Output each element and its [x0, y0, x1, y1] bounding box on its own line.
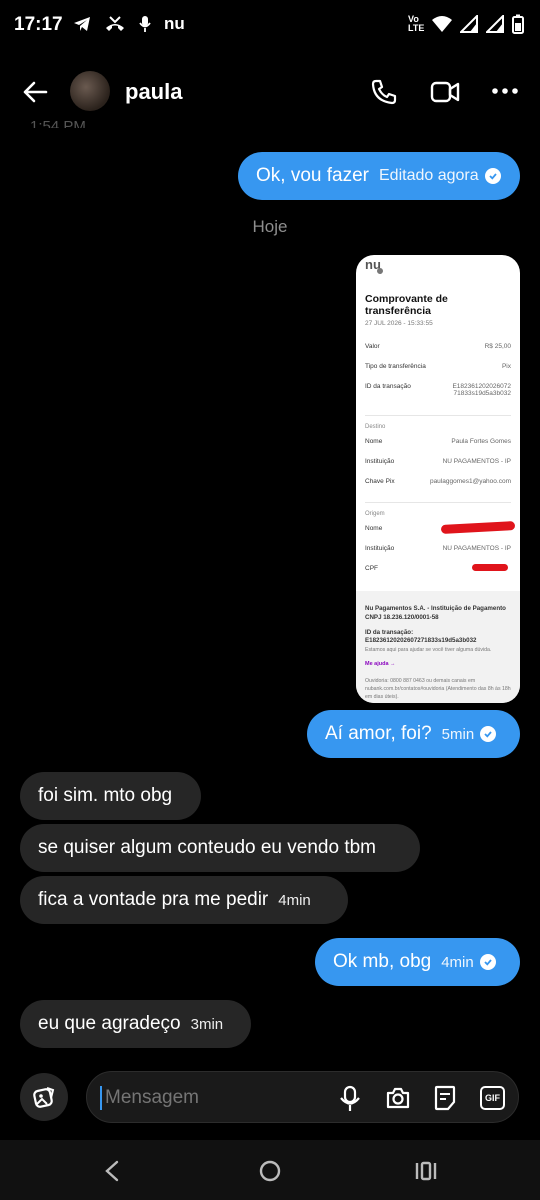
message-outgoing[interactable]: Ok, vou fazer Editado agora — [238, 152, 520, 200]
avatar[interactable] — [70, 71, 110, 111]
telegram-icon — [74, 17, 90, 31]
mic-icon[interactable] — [339, 1085, 361, 1113]
seen-check-icon — [484, 168, 501, 184]
receipt-footer: Nu Pagamentos S.A. - Instituição de Paga… — [356, 591, 520, 703]
message-outgoing[interactable]: Aí amor, foi? 5min — [307, 710, 520, 758]
origem-instituicao: Instituição NU PAGAMENTOS - IP — [365, 545, 511, 552]
wifi-icon — [432, 16, 452, 32]
contact-name[interactable]: paula — [125, 79, 182, 105]
seen-check-icon — [479, 954, 496, 970]
receipt-row-id: ID da transação E18236120202607271833s19d… — [365, 383, 511, 397]
status-bar: 17:17 nu Vo LTE — [0, 0, 540, 52]
battery-icon — [512, 14, 524, 34]
message-text: foi sim. mto obg — [38, 785, 173, 806]
message-text: se quiser algum conteudo eu vendo tbm — [38, 837, 376, 858]
message-text: Ok mb, obg — [333, 951, 432, 972]
message-text: eu que agradeço — [38, 1013, 181, 1034]
phone-icon[interactable] — [370, 78, 398, 106]
origem-nome: Nome — [356, 521, 520, 545]
receipt-title: Comprovante de transferência — [365, 293, 448, 317]
nav-recents-icon[interactable] — [414, 1160, 438, 1182]
video-icon[interactable] — [430, 79, 460, 105]
message-incoming[interactable]: eu que agradeço 3min — [20, 1000, 251, 1048]
text-cursor — [100, 1086, 102, 1110]
message-incoming[interactable]: se quiser algum conteudo eu vendo tbm — [20, 824, 420, 872]
more-icon[interactable] — [492, 87, 518, 95]
message-text: fica a vontade pra me pedir — [38, 889, 269, 910]
gif-icon[interactable]: GIF — [480, 1086, 505, 1110]
sticker-icon[interactable] — [434, 1085, 456, 1111]
logo-dot — [377, 268, 383, 274]
back-arrow-icon[interactable] — [22, 80, 48, 104]
mic-notification-icon — [139, 16, 151, 32]
missed-call-icon — [106, 16, 124, 31]
nav-back-icon[interactable] — [104, 1160, 120, 1182]
message-incoming[interactable]: fica a vontade pra me pedir 4min — [20, 876, 348, 924]
message-text: Ok, vou fazer — [256, 165, 369, 186]
destino-label: Destino — [365, 424, 386, 430]
redaction-mark — [472, 564, 508, 571]
signal-icon — [460, 15, 478, 33]
destino-nome: Nome Paula Fortes Gomes — [365, 438, 511, 445]
destino-chave: Chave Pix paulaggomes1@yahoo.com — [365, 478, 511, 485]
nu-notification-label: nu — [164, 14, 185, 33]
volte-badge: Vo LTE — [408, 14, 425, 33]
status-system-icons: Vo LTE — [408, 14, 524, 34]
gallery-button[interactable] — [20, 1073, 68, 1121]
gallery-icon — [33, 1087, 55, 1108]
cut-timestamp: 1:54 PM — [30, 118, 86, 128]
message-meta: 4min — [441, 953, 474, 971]
destino-instituicao: Instituição NU PAGAMENTOS - IP — [365, 458, 511, 465]
receipt-date: 27 JUL 2026 - 15:33:55 — [365, 320, 433, 327]
signal-icon-2 — [486, 15, 504, 33]
message-meta: Editado agora — [379, 167, 479, 184]
receipt-image[interactable]: nu Comprovante de transferência 27 JUL 2… — [356, 255, 520, 703]
nav-home-icon[interactable] — [258, 1159, 282, 1183]
origem-cpf: CPF — [356, 564, 520, 585]
help-link: Me ajuda → — [365, 661, 396, 667]
message-incoming[interactable]: foi sim. mto obg — [20, 772, 201, 820]
date-separator: Hoje — [252, 217, 288, 236]
camera-icon[interactable] — [385, 1086, 411, 1110]
message-text: Aí amor, foi? — [325, 723, 432, 744]
message-meta: 5min — [441, 725, 475, 743]
status-notification-icons: nu — [72, 14, 185, 34]
message-outgoing[interactable]: Ok mb, obg 4min — [315, 938, 520, 986]
message-input[interactable] — [103, 1082, 327, 1114]
seen-check-icon — [480, 726, 497, 742]
status-time: 17:17 — [14, 14, 63, 35]
receipt-row-valor: Valor R$ 25,00 — [365, 343, 511, 350]
receipt-row-tipo: Tipo de transferência Pix — [365, 363, 511, 370]
message-composer: GIF — [86, 1071, 519, 1123]
message-meta: 3min — [190, 1015, 224, 1033]
system-nav-bar — [0, 1140, 540, 1200]
message-meta: 4min — [278, 891, 311, 909]
